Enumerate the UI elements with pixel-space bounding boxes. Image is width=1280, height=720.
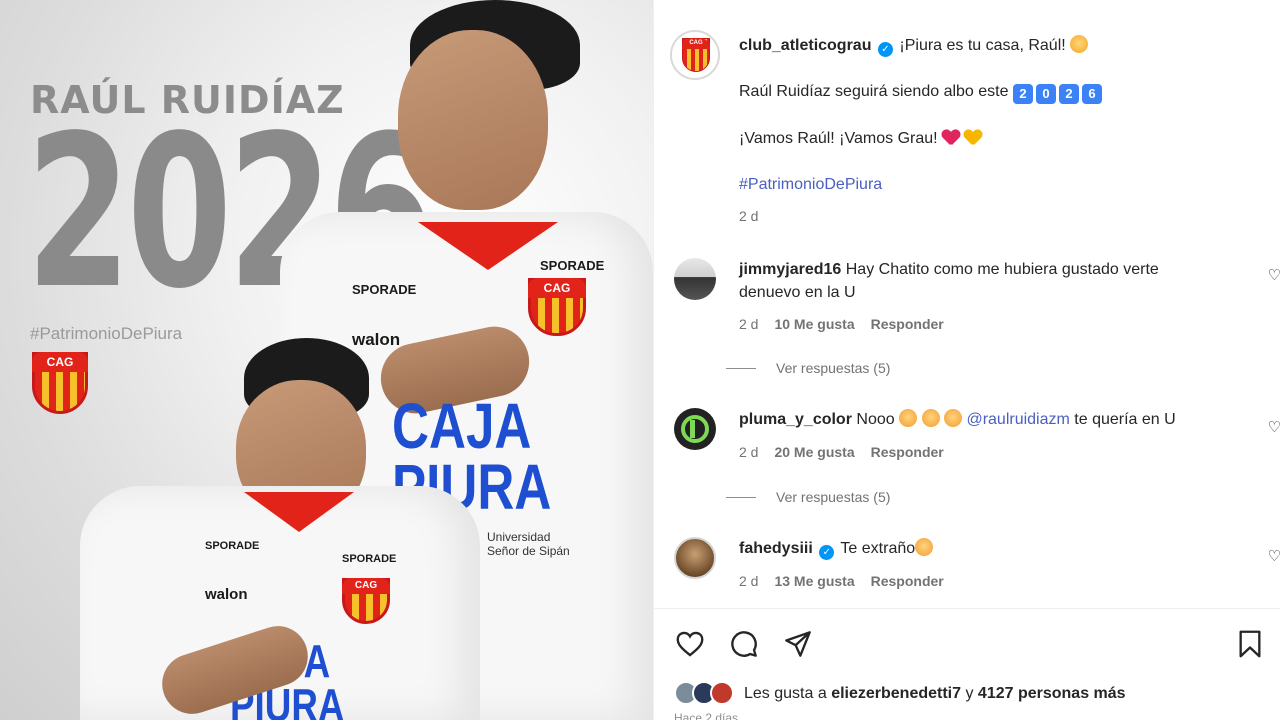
flushed-emoji-icon	[944, 409, 962, 427]
likes-summary[interactable]: Les gusta a eliezerbenedetti7 y 4127 per…	[674, 681, 1126, 707]
liker-username[interactable]: eliezerbenedetti7	[831, 685, 961, 703]
likes-prefix: Les gusta a	[744, 685, 827, 702]
caption-line-2: Raúl Ruidíaz seguirá siendo albo este	[739, 83, 1009, 100]
send-icon[interactable]	[782, 628, 814, 660]
mention-link[interactable]: @raulruidiazm	[966, 411, 1069, 428]
keycap-digit: 2	[1058, 84, 1079, 104]
likes-count[interactable]: 4127 personas más	[978, 685, 1126, 703]
smile-emoji-icon	[1070, 35, 1089, 53]
avatar[interactable]	[674, 408, 716, 450]
red-heart-emoji-icon	[942, 130, 960, 146]
comment-time: 2 d	[739, 316, 759, 332]
comment-heart-icon[interactable]: ♡	[1268, 418, 1280, 436]
caption-line-3: ¡Vamos Raúl! ¡Vamos Grau!	[739, 130, 938, 147]
comment-username[interactable]: pluma_y_color	[739, 411, 852, 428]
comment-likes[interactable]: 13 Me gusta	[774, 573, 854, 589]
keycap-digit: 2	[1012, 84, 1033, 104]
post-actions	[674, 628, 814, 660]
reply-button[interactable]: Responder	[871, 444, 944, 460]
comment-username[interactable]: jimmyjared16	[739, 261, 841, 278]
heart-icon[interactable]	[674, 628, 706, 660]
comment-likes[interactable]: 20 Me gusta	[774, 444, 854, 460]
post-time: 2 d	[739, 208, 759, 224]
caption-line-1: ¡Piura es tu casa, Raúl!	[899, 37, 1066, 54]
likes-middle: y	[965, 685, 974, 702]
comment-heart-icon[interactable]: ♡	[1268, 266, 1280, 284]
avatar[interactable]	[674, 537, 716, 579]
bookmark-icon[interactable]	[1234, 628, 1266, 660]
comment-icon[interactable]	[728, 628, 760, 660]
view-replies-button[interactable]: Ver respuestas (5)	[726, 360, 890, 376]
divider	[654, 608, 1280, 609]
reply-button[interactable]: Responder	[871, 316, 944, 332]
liker-avatars	[674, 681, 738, 707]
yellow-heart-emoji-icon	[964, 130, 982, 146]
post-username[interactable]: club_atleticograu	[739, 37, 871, 54]
reply-button[interactable]: Responder	[871, 573, 944, 589]
flushed-emoji-icon	[915, 538, 934, 556]
comment-username[interactable]: fahedysiii	[739, 540, 813, 557]
post-caption: club_atleticograu ✓ ¡Piura es tu casa, R…	[739, 35, 1249, 196]
post-date: Hace 2 días	[674, 711, 739, 720]
post-image[interactable]: RAÚL RUIDÍAZ 2026 #PatrimonioDePiura CAG…	[0, 0, 653, 720]
comment-time: 2 d	[739, 444, 759, 460]
avatar[interactable]	[674, 258, 716, 300]
keycap-digit: 0	[1035, 84, 1056, 104]
comment-likes[interactable]: 10 Me gusta	[774, 316, 854, 332]
comment-time: 2 d	[739, 573, 759, 589]
flushed-emoji-icon	[899, 409, 918, 427]
keycap-digit: 6	[1081, 84, 1102, 104]
flushed-emoji-icon	[921, 409, 940, 427]
post-side-panel: CAG club_atleticograu ✓ ¡Piura es tu cas…	[653, 0, 1280, 720]
view-replies-button[interactable]: Ver respuestas (5)	[726, 489, 890, 505]
verified-icon: ✓	[877, 42, 893, 57]
caption-hashtag-link[interactable]: #PatrimonioDePiura	[739, 176, 882, 193]
comment-text: Te extraño	[840, 540, 916, 557]
player-front: SPORADE SPORADE CAG walon CAJA PIURA	[0, 0, 653, 720]
comment-heart-icon[interactable]: ♡	[1268, 547, 1280, 565]
comment-text-end: te quería en U	[1074, 411, 1176, 428]
verified-icon: ✓	[819, 545, 835, 560]
comment-text: Nooo	[856, 411, 895, 428]
club-avatar[interactable]: CAG	[670, 30, 720, 80]
